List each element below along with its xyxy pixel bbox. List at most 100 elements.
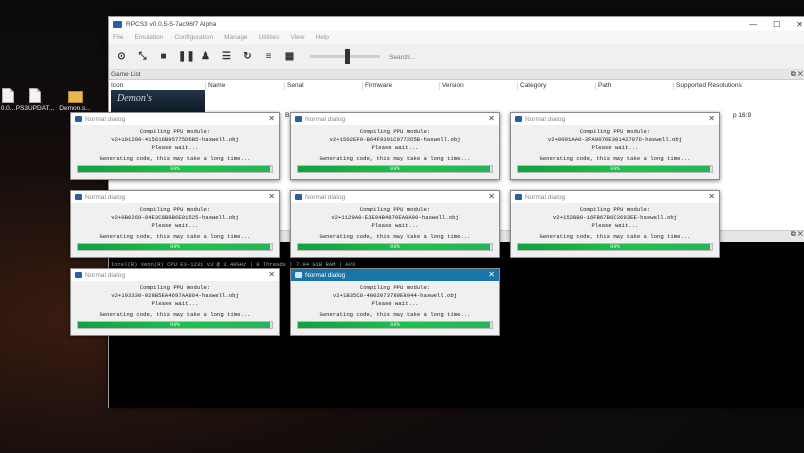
progress-bar: 99% (77, 243, 273, 251)
close-icon[interactable]: ✕ (488, 113, 495, 125)
progress-text: 99% (170, 243, 180, 250)
maximize-button[interactable]: ☐ (773, 20, 780, 29)
desktop-icon-label: Demon.s... (59, 105, 91, 112)
open-icon[interactable]: ⊙ (115, 50, 128, 63)
slider-handle[interactable] (345, 49, 350, 64)
dialog-line-3: Please wait... (371, 144, 419, 151)
progress-bar: 99% (77, 321, 273, 329)
dialog-line-3: Please wait... (591, 222, 639, 229)
progress-text: 99% (170, 321, 180, 328)
list-view-icon[interactable]: ≡ (262, 50, 275, 63)
dialog-module: v2+1502EF0-B64F9391C9772D5B-haswell.obj (329, 136, 461, 143)
dialog-icon (295, 194, 302, 200)
dialog-module: v2+0B0260-84E3C8B8B6E01525-haswell.obj (111, 214, 239, 221)
supported-resolution-cell: p 16:9 (733, 112, 752, 119)
game-name-fragment: B (285, 112, 290, 119)
progress-bar: 99% (297, 165, 493, 173)
dialog-line-1: Compiling PPU module: (139, 206, 211, 213)
dialog-line-4: Generating code, this may take a long ti… (319, 155, 471, 162)
progress-bar: 99% (297, 243, 493, 251)
dialog-line-3: Please wait... (151, 144, 199, 151)
menu-utilities[interactable]: Utilities (259, 34, 280, 41)
dialog-line-4: Generating code, this may take a long ti… (539, 155, 691, 162)
menu-manage[interactable]: Manage (224, 34, 248, 41)
compile-dialog[interactable]: Normal dialog ✕ Compiling PPU module: v2+1… (510, 190, 720, 258)
compile-dialog[interactable]: Normal dialog ✕ Compiling PPU module: v2+1… (70, 112, 280, 180)
dialog-title: Normal dialog (525, 193, 566, 201)
dialog-title: Normal dialog (305, 271, 346, 279)
menu-help[interactable]: Help (316, 34, 329, 41)
menu-file[interactable]: File (113, 34, 123, 41)
menu-view[interactable]: View (291, 34, 305, 41)
close-icon[interactable]: ✕ (268, 269, 275, 281)
compile-dialog[interactable]: Normal dialog ✕ Compiling PPU module: v2+1… (290, 112, 500, 180)
dialog-titlebar[interactable]: Normal dialog ✕ (511, 113, 719, 125)
close-icon[interactable]: ✕ (268, 191, 275, 203)
menu-emulation[interactable]: Emulation (134, 34, 163, 41)
file-icon (29, 88, 41, 103)
user-icon[interactable]: ♟ (199, 50, 212, 63)
dialog-titlebar[interactable]: Normal dialog ✕ (71, 113, 279, 125)
search-input[interactable] (385, 50, 515, 64)
dock-buttons[interactable]: ⧉ ✕ (791, 231, 803, 239)
desktop-icon-ps3update[interactable]: PS3UPDAT... (13, 88, 57, 112)
progress-text: 99% (390, 243, 400, 250)
dialog-icon (515, 116, 522, 122)
progress-bar: 99% (517, 165, 713, 173)
dialog-module: v2+1B35C8-4002073789E8944-haswell.obj (332, 292, 458, 299)
dialog-titlebar[interactable]: Normal dialog ✕ (71, 269, 279, 281)
close-icon[interactable]: ✕ (708, 191, 715, 203)
window-titlebar[interactable]: RPCS3 v0.0.5-5-7ac96f7 Alpha — ☐ ✕ (109, 17, 804, 31)
dialog-titlebar[interactable]: Normal dialog ✕ (291, 191, 499, 203)
compile-dialog-active[interactable]: Normal dialog ✕ Compiling PPU module: v2+1… (290, 268, 500, 336)
compile-dialog[interactable]: Normal dialog ✕ Compiling PPU module: v2+0… (70, 190, 280, 258)
dialog-line-3: Please wait... (151, 300, 199, 307)
refresh-icon[interactable]: ↻ (241, 50, 254, 63)
close-icon[interactable]: ✕ (708, 113, 715, 125)
dialog-title: Normal dialog (305, 193, 346, 201)
compile-dialog[interactable]: Normal dialog ✕ Compiling PPU module: v2+1… (70, 268, 280, 336)
dialog-icon (295, 272, 302, 278)
game-list-dock-title: Game List ⧉ ✕ (109, 70, 804, 80)
dialog-line-1: Compiling PPU module: (579, 128, 651, 135)
fullscreen-icon[interactable]: ⤡ (136, 50, 149, 63)
dialog-titlebar[interactable]: Normal dialog ✕ (71, 191, 279, 203)
dock-buttons[interactable]: ⧉ ✕ (791, 70, 803, 80)
folder-icon (67, 91, 83, 103)
close-button[interactable]: ✕ (796, 20, 803, 29)
settings-icon[interactable]: ☰ (220, 50, 233, 63)
dialog-line-1: Compiling PPU module: (359, 284, 431, 291)
progress-text: 99% (170, 165, 180, 172)
menu-bar: File Emulation Configuration Manage Util… (109, 31, 804, 44)
desktop-icon-label: PS3UPDAT... (15, 105, 55, 112)
dialog-titlebar[interactable]: Normal dialog ✕ (511, 191, 719, 203)
dialog-icon (75, 272, 82, 278)
dialog-module: v2+152BB0-16FB67B6C3693EE-haswell.obj (552, 214, 678, 221)
dialog-titlebar[interactable]: Normal dialog ✕ (291, 269, 499, 281)
log-line: Intel(R) Xeon(R) CPU E3-1231 v3 @ 3.40GH… (111, 261, 356, 268)
dialog-line-1: Compiling PPU module: (139, 128, 211, 135)
close-icon[interactable]: ✕ (268, 113, 275, 125)
dialog-module: v2+1129A0-E3E94B4870EA0A90-haswell.obj (331, 214, 459, 221)
compile-dialog[interactable]: Normal dialog ✕ Compiling PPU module: v2+0… (510, 112, 720, 180)
desktop-icon-demon[interactable]: Demon.s... (53, 88, 97, 112)
app-icon (113, 20, 122, 28)
dialog-line-3: Please wait... (151, 222, 199, 229)
close-icon[interactable]: ✕ (488, 191, 495, 203)
minimize-button[interactable]: — (749, 20, 757, 29)
dialog-title: Normal dialog (85, 115, 126, 123)
stop-icon[interactable]: ■ (157, 50, 170, 63)
menu-configuration[interactable]: Configuration (174, 34, 213, 41)
dialog-line-3: Please wait... (371, 222, 419, 229)
icon-size-slider[interactable] (310, 49, 380, 64)
close-icon[interactable]: ✕ (488, 269, 495, 281)
compile-dialog[interactable]: Normal dialog ✕ Compiling PPU module: v2+1… (290, 190, 500, 258)
dialog-icon (295, 116, 302, 122)
game-thumbnail[interactable]: Demon's (111, 90, 205, 112)
dialog-title: Normal dialog (85, 193, 126, 201)
dialog-titlebar[interactable]: Normal dialog ✕ (291, 113, 499, 125)
dialog-module: v2+101200-415616B95775D6B5-haswell.obj (111, 136, 239, 143)
grid-view-icon[interactable]: ▦ (283, 50, 296, 63)
pause-icon[interactable]: ❚❚ (178, 50, 195, 63)
dialog-line-4: Generating code, this may take a long ti… (319, 233, 471, 240)
